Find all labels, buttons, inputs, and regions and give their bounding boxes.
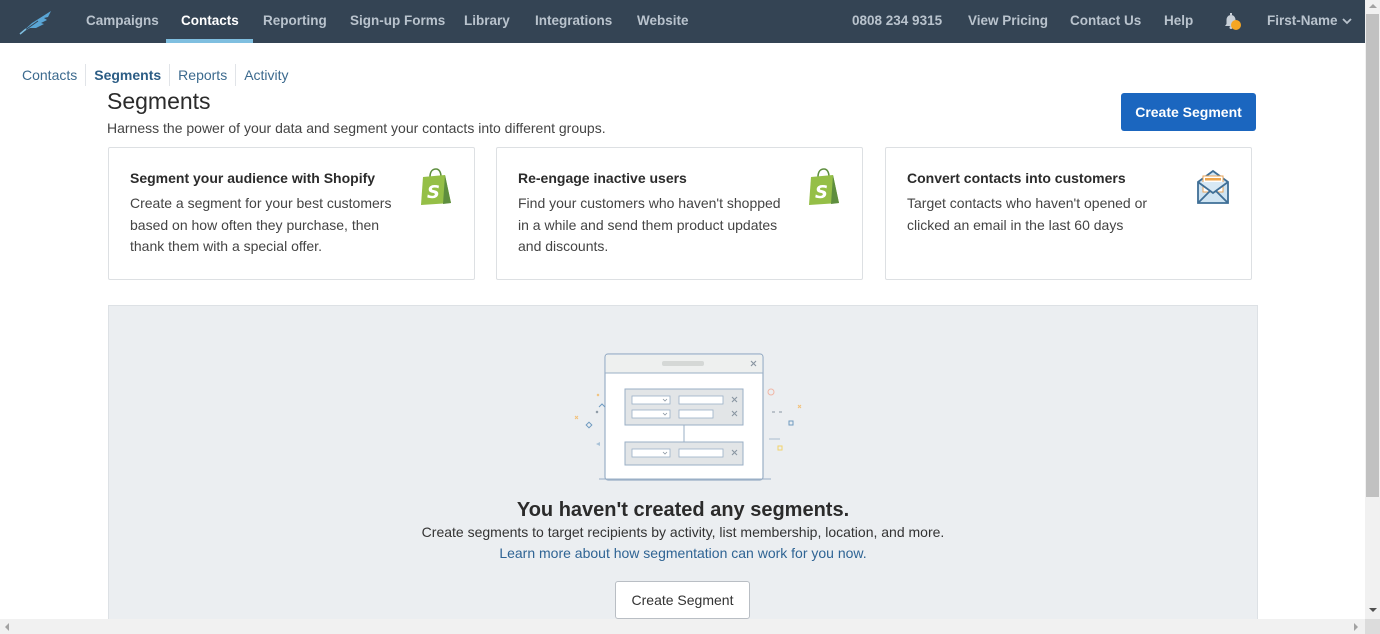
reengage-card[interactable]: Re-engage inactive users Find your custo… xyxy=(496,147,863,280)
scroll-left-arrow-icon[interactable] xyxy=(5,623,9,631)
page-title: Segments xyxy=(107,88,211,114)
empty-state-title: You haven't created any segments. xyxy=(516,499,850,521)
shopify-audience-card[interactable]: Segment your audience with Shopify Creat… xyxy=(108,147,475,280)
page: Campaigns Contacts Reporting Sign-up For… xyxy=(0,0,1365,619)
nav-campaigns[interactable]: Campaigns xyxy=(86,0,159,43)
scroll-down-arrow-icon[interactable] xyxy=(1369,608,1377,612)
empty-state-panel: You haven't created any segments. Create… xyxy=(108,305,1258,619)
learn-more-link[interactable]: Learn more about how segmentation can wo… xyxy=(109,545,1257,561)
create-segment-secondary-button[interactable]: Create Segment xyxy=(615,581,750,619)
subnav-reports[interactable]: Reports xyxy=(170,64,237,86)
bell-icon[interactable] xyxy=(1222,12,1242,32)
nav-website[interactable]: Website xyxy=(637,0,689,43)
feather-logo-icon[interactable] xyxy=(18,9,54,35)
user-menu[interactable]: First-Name xyxy=(1267,0,1338,43)
nav-reporting[interactable]: Reporting xyxy=(263,0,327,43)
nav-integrations[interactable]: Integrations xyxy=(535,0,612,43)
sub-navigation: Contacts Segments Reports Activity xyxy=(22,64,297,86)
open-envelope-icon xyxy=(1197,169,1229,204)
convert-contacts-card[interactable]: Convert contacts into customers Target c… xyxy=(885,147,1252,280)
top-navigation: Campaigns Contacts Reporting Sign-up For… xyxy=(0,0,1365,43)
card-body: Target contacts who haven't opened or cl… xyxy=(907,195,1148,233)
subnav-contacts[interactable]: Contacts xyxy=(22,64,87,86)
card-title: Convert contacts into customers xyxy=(907,170,1126,186)
nav-library[interactable]: Library xyxy=(464,0,510,43)
chevron-down-icon[interactable] xyxy=(1342,16,1352,26)
scroll-right-arrow-icon[interactable] xyxy=(1354,623,1358,631)
scroll-up-arrow-icon[interactable] xyxy=(1369,4,1377,8)
vertical-scroll-thumb[interactable] xyxy=(1366,14,1379,497)
subnav-activity[interactable]: Activity xyxy=(236,64,296,86)
card-body: Find your customers who haven't shopped … xyxy=(518,195,781,254)
phone-number[interactable]: 0808 234 9315 xyxy=(852,0,942,43)
help-link[interactable]: Help xyxy=(1164,0,1193,43)
view-pricing-link[interactable]: View Pricing xyxy=(968,0,1048,43)
card-title: Re-engage inactive users xyxy=(518,170,687,186)
create-segment-button[interactable]: Create Segment xyxy=(1121,93,1256,131)
nav-contacts[interactable]: Contacts xyxy=(166,0,253,43)
card-body: Create a segment for your best customers… xyxy=(130,195,392,254)
shopify-bag-icon: S xyxy=(421,168,451,205)
subnav-segments[interactable]: Segments xyxy=(86,64,171,86)
shopify-bag-icon: S xyxy=(809,168,839,205)
empty-state-subtitle: Create segments to target recipients by … xyxy=(421,524,945,540)
vertical-scrollbar[interactable] xyxy=(1365,0,1380,619)
scrollbar-corner xyxy=(1365,619,1380,634)
horizontal-scrollbar[interactable] xyxy=(0,619,1365,634)
card-title: Segment your audience with Shopify xyxy=(130,170,376,186)
svg-text:S: S xyxy=(427,182,440,203)
page-subtitle: Harness the power of your data and segme… xyxy=(107,120,606,136)
nav-signup-forms[interactable]: Sign-up Forms xyxy=(350,0,445,43)
svg-text:S: S xyxy=(815,182,828,203)
segment-builder-illustration xyxy=(574,353,802,481)
contact-us-link[interactable]: Contact Us xyxy=(1070,0,1141,43)
